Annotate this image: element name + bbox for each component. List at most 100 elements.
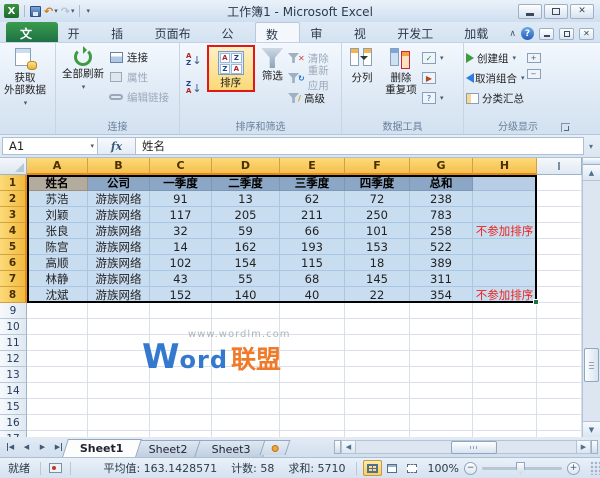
column-header-C[interactable]: C	[150, 158, 212, 175]
sheet-tab-Sheet1[interactable]: Sheet1	[62, 439, 141, 457]
cell-C7[interactable]: 43	[150, 271, 212, 287]
cell-G2[interactable]: 238	[410, 191, 473, 207]
cell-B10[interactable]	[88, 319, 150, 335]
cell-G9[interactable]	[410, 303, 473, 319]
cell-C16[interactable]	[150, 415, 212, 431]
cell-G6[interactable]: 389	[410, 255, 473, 271]
cell-F7[interactable]: 145	[345, 271, 410, 287]
page-layout-view-button[interactable]	[383, 460, 402, 476]
cell-F9[interactable]	[345, 303, 410, 319]
cell-G12[interactable]	[410, 351, 473, 367]
cell-D5[interactable]: 162	[212, 239, 280, 255]
tab-开始[interactable]: 开始	[58, 22, 101, 42]
row-header-7[interactable]: 7	[0, 271, 27, 287]
remove-duplicates-button[interactable]: 删除重复项	[380, 45, 422, 96]
text-to-columns-button[interactable]: 分列	[344, 45, 380, 84]
tab-视图[interactable]: 视图	[344, 22, 387, 42]
cell-H3[interactable]	[473, 207, 537, 223]
row-header-9[interactable]: 9	[0, 303, 27, 319]
cell-F3[interactable]: 250	[345, 207, 410, 223]
name-box[interactable]: A1▾	[2, 137, 98, 155]
minimize-button[interactable]	[518, 4, 542, 19]
cell-G3[interactable]: 783	[410, 207, 473, 223]
cell-F1[interactable]: 四季度	[345, 175, 410, 191]
cell-A8[interactable]: 沈斌	[27, 287, 88, 303]
cell-G4[interactable]: 258	[410, 223, 473, 239]
cell-E14[interactable]	[280, 383, 345, 399]
cell-G14[interactable]	[410, 383, 473, 399]
filter-button[interactable]: 筛选	[257, 45, 288, 82]
cell-H15[interactable]	[473, 399, 537, 415]
cell-G11[interactable]	[410, 335, 473, 351]
cell-F6[interactable]: 18	[345, 255, 410, 271]
cell-I14[interactable]	[537, 383, 582, 399]
cell-A14[interactable]	[27, 383, 88, 399]
cell-C1[interactable]: 一季度	[150, 175, 212, 191]
cell-B11[interactable]	[88, 335, 150, 351]
formula-input[interactable]: 姓名	[136, 137, 584, 155]
cell-H11[interactable]	[473, 335, 537, 351]
zoom-out-button[interactable]: −	[464, 462, 477, 475]
cell-H10[interactable]	[473, 319, 537, 335]
cell-F8[interactable]: 22	[345, 287, 410, 303]
row-header-6[interactable]: 6	[0, 255, 27, 271]
cell-H8[interactable]: 不参加排序	[473, 287, 537, 303]
cell-D15[interactable]	[212, 399, 280, 415]
cell-D7[interactable]: 55	[212, 271, 280, 287]
cell-H13[interactable]	[473, 367, 537, 383]
cell-D16[interactable]	[212, 415, 280, 431]
cell-H5[interactable]	[473, 239, 537, 255]
cell-H12[interactable]	[473, 351, 537, 367]
cell-C8[interactable]: 152	[150, 287, 212, 303]
cell-A16[interactable]	[27, 415, 88, 431]
tab-插入[interactable]: 插入	[101, 22, 144, 42]
column-header-A[interactable]: A	[27, 158, 88, 175]
column-header-D[interactable]: D	[212, 158, 280, 175]
column-header-E[interactable]: E	[280, 158, 345, 175]
normal-view-button[interactable]	[363, 460, 382, 476]
cell-B3[interactable]: 游族网络	[88, 207, 150, 223]
minimize-workbook-button[interactable]	[539, 28, 554, 40]
cell-E3[interactable]: 211	[280, 207, 345, 223]
first-sheet-button[interactable]: ◀	[3, 440, 18, 455]
scroll-up-button[interactable]: ▲	[583, 165, 600, 181]
cell-B4[interactable]: 游族网络	[88, 223, 150, 239]
row-header-4[interactable]: 4	[0, 223, 27, 239]
cell-A7[interactable]: 林静	[27, 271, 88, 287]
cell-I9[interactable]	[537, 303, 582, 319]
cell-E6[interactable]: 115	[280, 255, 345, 271]
cell-E8[interactable]: 40	[280, 287, 345, 303]
scroll-right-button[interactable]: ▶	[576, 440, 591, 454]
cell-I1[interactable]	[537, 175, 582, 191]
cell-H16[interactable]	[473, 415, 537, 431]
tab-split-handle[interactable]	[334, 440, 341, 454]
cell-B16[interactable]	[88, 415, 150, 431]
hide-detail-button[interactable]: −	[527, 69, 541, 79]
tab-数据[interactable]: 数据	[255, 22, 300, 42]
cell-A5[interactable]: 陈宫	[27, 239, 88, 255]
horizontal-scrollbar[interactable]: ◀ ▶	[334, 439, 600, 455]
properties-button[interactable]: 属性	[108, 69, 169, 85]
cell-H6[interactable]	[473, 255, 537, 271]
row-header-8[interactable]: 8	[0, 287, 27, 303]
cell-B12[interactable]	[88, 351, 150, 367]
cell-F2[interactable]: 72	[345, 191, 410, 207]
sort-descending-button[interactable]: ZA ↓	[186, 79, 202, 97]
vertical-scrollbar[interactable]: ▲ ▼	[582, 158, 600, 437]
cell-H4[interactable]: 不参加排序	[473, 223, 537, 239]
cell-A15[interactable]	[27, 399, 88, 415]
cell-I15[interactable]	[537, 399, 582, 415]
cell-E1[interactable]: 三季度	[280, 175, 345, 191]
vertical-split-handle[interactable]	[583, 158, 600, 165]
cell-G8[interactable]: 354	[410, 287, 473, 303]
cell-D3[interactable]: 205	[212, 207, 280, 223]
cell-A1[interactable]: 姓名	[27, 175, 88, 191]
cell-H9[interactable]	[473, 303, 537, 319]
cell-A9[interactable]	[27, 303, 88, 319]
cell-F10[interactable]	[345, 319, 410, 335]
sort-ascending-button[interactable]: AZ ↓	[186, 51, 202, 69]
cell-B1[interactable]: 公司	[88, 175, 150, 191]
cell-E5[interactable]: 193	[280, 239, 345, 255]
tab-开发工具[interactable]: 开发工具	[387, 22, 454, 42]
row-header-13[interactable]: 13	[0, 367, 27, 383]
